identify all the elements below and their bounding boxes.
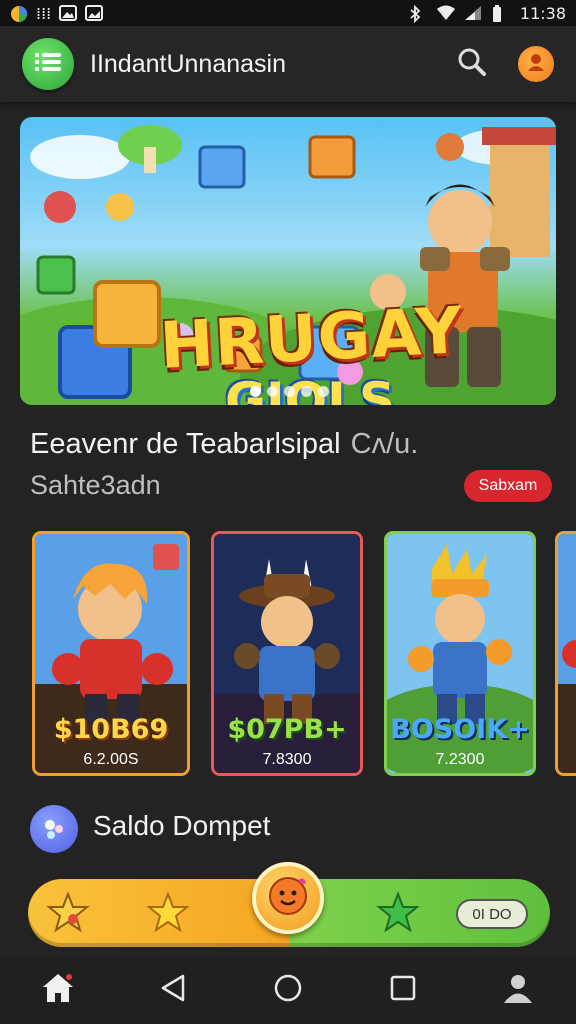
see-all-button[interactable]: Sabxam: [464, 470, 552, 502]
app-title: IIndant​Unnanasin: [90, 49, 286, 78]
star-icon[interactable]: [144, 889, 192, 937]
coin-face-button[interactable]: [252, 862, 324, 934]
star-badge-icon[interactable]: [44, 889, 92, 937]
section-subtitle: Sahte3adn: [30, 470, 161, 500]
carousel-dot[interactable]: [267, 386, 278, 397]
home-circle-icon: [273, 973, 303, 1008]
home-icon: [41, 972, 75, 1009]
status-left-text: ⁞⁞⁞: [36, 3, 52, 23]
status-bar: ⁞⁞⁞ 11:38: [0, 0, 576, 26]
card-stat: 6.2.00S: [83, 751, 139, 768]
person-icon: [501, 972, 535, 1009]
signal-icon: [464, 5, 482, 21]
section-title-text: Eeavenr de Teabarlsipal: [30, 428, 341, 460]
menu-button[interactable]: [22, 38, 74, 90]
game-card[interactable]: $10B69 6.2.00S: [32, 531, 190, 776]
nav-home-circle-button[interactable]: [258, 960, 318, 1020]
carousel-dot[interactable]: [301, 386, 312, 397]
profile-icon: [525, 51, 547, 78]
recents-icon: [389, 974, 417, 1007]
card-price: BOSOIK+: [390, 714, 530, 745]
wallet-label: Saldo Dompet: [93, 810, 271, 841]
nav-home-button[interactable]: [28, 960, 88, 1020]
coin-face-icon: [266, 874, 310, 923]
search-icon: [457, 47, 487, 82]
banner-title: HRUGAY: [158, 294, 465, 384]
promo-banner[interactable]: HRUGAY GIOLS: [20, 117, 556, 405]
app-bar: IIndant​Unnanasin: [0, 26, 576, 102]
app-notification-icon: [10, 5, 28, 22]
green-star-icon[interactable]: [374, 889, 422, 937]
notification-image-icon: [59, 5, 78, 21]
battery-icon: [492, 5, 510, 22]
status-time: 11:38: [519, 3, 566, 23]
wallet-icon: [30, 805, 78, 853]
card-price: $10B69: [53, 714, 169, 745]
carousel-dot[interactable]: [318, 386, 329, 397]
search-button[interactable]: [454, 46, 490, 82]
card-stat: 7.2300: [435, 751, 485, 768]
nav-profile-button[interactable]: [488, 960, 548, 1020]
section-title-extra: Cʌ/u.: [350, 428, 419, 460]
carousel-indicator: [250, 386, 329, 397]
nav-recents-button[interactable]: [373, 960, 433, 1020]
card-stat: 7.8300: [262, 751, 312, 768]
notification-gallery-icon: [85, 5, 104, 21]
bluetooth-icon: [408, 4, 426, 24]
carousel-dot[interactable]: [284, 386, 295, 397]
wifi-icon: [436, 5, 455, 21]
menu-icon: [35, 52, 61, 77]
back-icon: [159, 973, 187, 1008]
carousel-dot[interactable]: [250, 386, 261, 397]
section-title: Eeavenr de Teabarlsipal Cʌ/u.: [30, 428, 418, 461]
bottom-nav: [0, 956, 576, 1024]
game-card-partial[interactable]: [555, 531, 576, 776]
card-character-art: [558, 534, 576, 773]
profile-button[interactable]: [518, 46, 554, 82]
game-card[interactable]: $07PB+ 7.8300: [211, 531, 363, 776]
card-price: $07PB+: [227, 714, 347, 745]
game-card[interactable]: BOSOIK+ 7.2300: [384, 531, 536, 776]
nav-back-button[interactable]: [143, 960, 203, 1020]
reward-value-pill[interactable]: 0I DO: [456, 899, 528, 929]
